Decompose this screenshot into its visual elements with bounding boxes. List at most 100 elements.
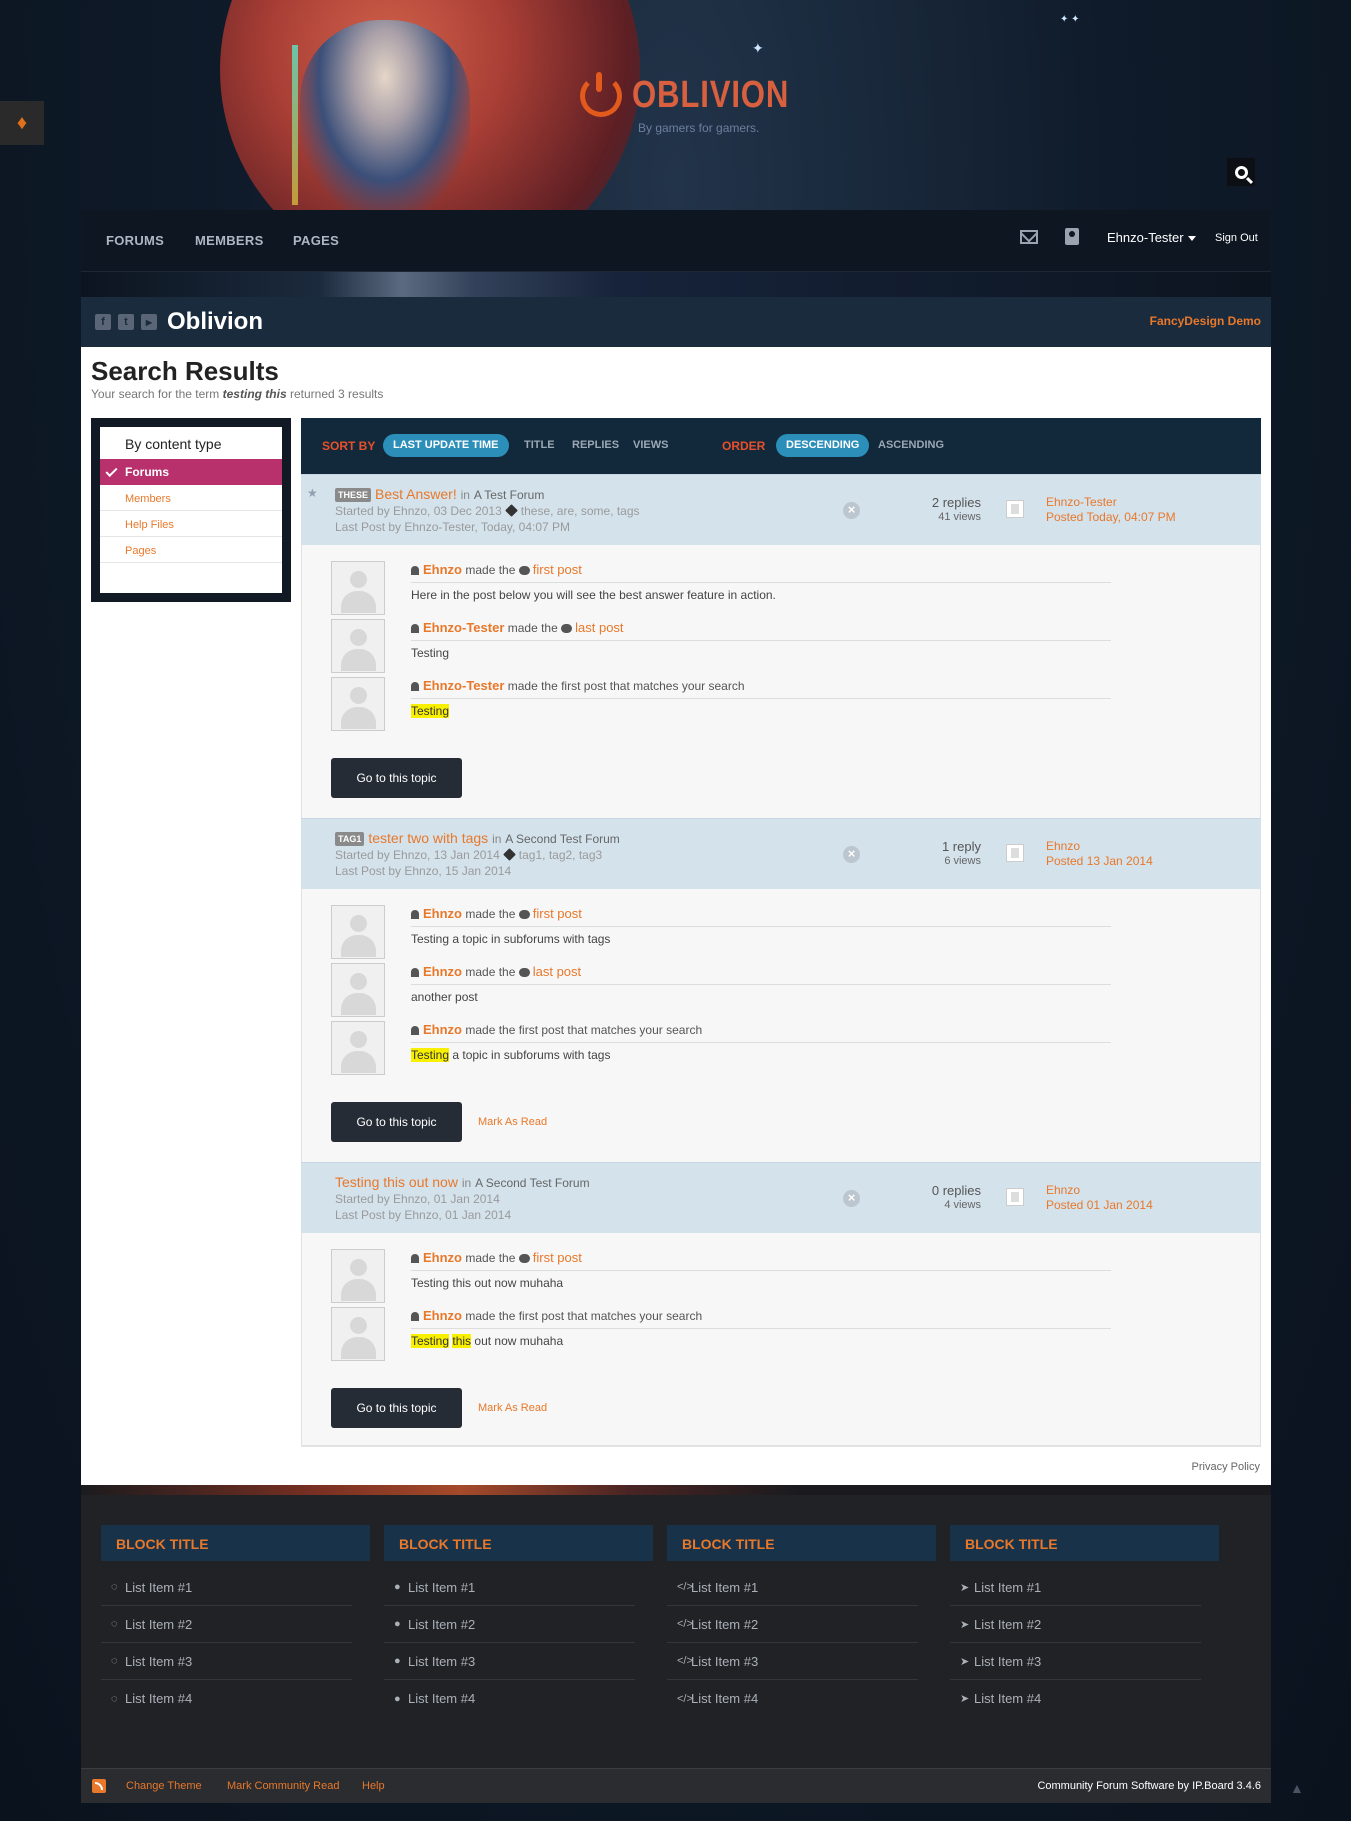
block-list-item[interactable]: ◌ List Item #2 (101, 1606, 352, 1643)
post-author[interactable]: Ehnzo (423, 1022, 462, 1037)
block-item-label: List Item #3 (974, 1653, 1042, 1669)
copyright-link[interactable]: Community Forum Software by IP.Board 3.4… (1037, 1780, 1261, 1792)
post-link[interactable]: last post (533, 964, 581, 979)
mark-community-read-link[interactable]: Mark Community Read (227, 1780, 339, 1792)
topic-title[interactable]: tester two with tags (368, 830, 488, 846)
post-link[interactable]: last post (575, 620, 623, 635)
go-to-topic-button[interactable]: Go to this topic (331, 1388, 462, 1428)
last-author-link[interactable]: Ehnzo (1046, 839, 1080, 853)
forum-link[interactable]: A Second Test Forum (505, 832, 620, 846)
inbox-icon[interactable] (1020, 230, 1038, 244)
topic-tag[interactable]: THESE (335, 488, 372, 502)
close-icon[interactable]: × (843, 502, 860, 519)
last-author-link[interactable]: Ehnzo (1046, 1183, 1080, 1197)
block-list-item[interactable]: ➤ List Item #1 (950, 1569, 1201, 1606)
block-list-item[interactable]: ◌ List Item #4 (101, 1680, 352, 1717)
post-author[interactable]: Ehnzo-Tester (423, 620, 504, 635)
post-author[interactable]: Ehnzo (423, 964, 462, 979)
forum-link[interactable]: A Test Forum (474, 488, 544, 502)
filter-help-files[interactable]: Help Files (100, 511, 282, 537)
order-ascending[interactable]: ASCENDING (878, 439, 944, 451)
avatar[interactable] (331, 1307, 385, 1361)
post-author[interactable]: Ehnzo (423, 562, 462, 577)
post-link[interactable]: first post (533, 562, 582, 577)
block-list-item[interactable]: ◌ List Item #3 (101, 1643, 352, 1680)
tag-list[interactable]: these, are, some, tags (521, 504, 640, 518)
search-button[interactable] (1227, 158, 1255, 186)
rss-icon[interactable] (92, 1779, 106, 1793)
reply-count: 1 reply 6 views (942, 839, 981, 867)
block-list-item[interactable]: ● List Item #1 (384, 1569, 635, 1606)
go-to-topic-button[interactable]: Go to this topic (331, 758, 462, 798)
fancydesign-link[interactable]: FancyDesign Demo (1150, 314, 1261, 328)
topic-tag[interactable]: TAG1 (335, 832, 365, 846)
site-logo[interactable]: OBLIVION (580, 71, 824, 117)
community-title[interactable]: Oblivion (167, 308, 263, 336)
post-author[interactable]: Ehnzo (423, 906, 462, 921)
avatar[interactable] (331, 619, 385, 673)
avatar[interactable] (331, 1021, 385, 1075)
block-list-item[interactable]: </> List Item #1 (667, 1569, 918, 1606)
sort-views[interactable]: VIEWS (633, 439, 668, 451)
block-list-item[interactable]: ● List Item #3 (384, 1643, 635, 1680)
sign-out-link[interactable]: Sign Out (1215, 232, 1258, 244)
privacy-policy-link[interactable]: Privacy Policy (1192, 1461, 1260, 1473)
sort-title[interactable]: TITLE (524, 439, 555, 451)
avatar[interactable] (331, 905, 385, 959)
change-theme-link[interactable]: Change Theme (126, 1780, 202, 1792)
block-list-item[interactable]: </> List Item #3 (667, 1643, 918, 1680)
close-icon[interactable]: × (843, 1190, 860, 1207)
close-icon[interactable]: × (843, 846, 860, 863)
avatar[interactable] (331, 1249, 385, 1303)
block-list-item[interactable]: ➤ List Item #4 (950, 1680, 1201, 1717)
avatar[interactable] (1006, 1188, 1024, 1206)
nav-members[interactable]: MEMBERS (195, 233, 264, 248)
last-post-date[interactable]: Posted 01 Jan 2014 (1046, 1198, 1153, 1212)
post-author[interactable]: Ehnzo (423, 1308, 462, 1323)
help-link[interactable]: Help (362, 1780, 385, 1792)
filter-forums[interactable]: Forums (100, 459, 282, 485)
tag-list[interactable]: tag1, tag2, tag3 (519, 848, 602, 862)
user-menu[interactable]: Ehnzo-Tester (1107, 230, 1196, 245)
block-list-item[interactable]: ◌ List Item #1 (101, 1569, 352, 1606)
topic-title[interactable]: Best Answer! (375, 486, 457, 502)
last-post-date[interactable]: Posted 13 Jan 2014 (1046, 854, 1153, 868)
last-post-date[interactable]: Posted Today, 04:07 PM (1046, 510, 1176, 524)
mark-as-read-link[interactable]: Mark As Read (478, 1402, 547, 1414)
forum-link[interactable]: A Second Test Forum (475, 1176, 590, 1190)
sort-last-update[interactable]: LAST UPDATE TIME (383, 434, 509, 457)
post-link[interactable]: first post (533, 906, 582, 921)
mark-as-read-link[interactable]: Mark As Read (478, 1116, 547, 1128)
filter-pages[interactable]: Pages (100, 537, 282, 563)
block-list-item[interactable]: ● List Item #4 (384, 1680, 635, 1717)
avatar[interactable] (1006, 500, 1024, 518)
block-list-item[interactable]: </> List Item #2 (667, 1606, 918, 1643)
back-to-top-icon[interactable]: ▲ (1290, 1780, 1304, 1796)
sort-replies[interactable]: REPLIES (572, 439, 619, 451)
block-list-item[interactable]: ● List Item #2 (384, 1606, 635, 1643)
go-to-topic-button[interactable]: Go to this topic (331, 1102, 462, 1142)
nav-pages[interactable]: PAGES (293, 233, 339, 248)
block-list-item[interactable]: ➤ List Item #3 (950, 1643, 1201, 1680)
block-list-item[interactable]: </> List Item #4 (667, 1680, 918, 1717)
last-author-link[interactable]: Ehnzo-Tester (1046, 495, 1117, 509)
star-icon[interactable]: ★ (307, 486, 318, 500)
avatar[interactable] (1006, 844, 1024, 862)
block-title: BLOCK TITLE (950, 1525, 1219, 1561)
post-author[interactable]: Ehnzo-Tester (423, 678, 504, 693)
order-descending[interactable]: DESCENDING (776, 434, 870, 457)
topic-title[interactable]: Testing this out now (335, 1174, 458, 1190)
flame-tab[interactable]: ♦ (0, 101, 44, 145)
avatar[interactable] (331, 963, 385, 1017)
youtube-icon[interactable]: ▶ (141, 314, 157, 330)
post-author[interactable]: Ehnzo (423, 1250, 462, 1265)
notifications-icon[interactable] (1065, 228, 1079, 245)
filter-members[interactable]: Members (100, 485, 282, 511)
facebook-icon[interactable]: f (95, 314, 111, 330)
twitter-icon[interactable]: t (118, 314, 134, 330)
avatar[interactable] (331, 561, 385, 615)
post-link[interactable]: first post (533, 1250, 582, 1265)
block-list-item[interactable]: ➤ List Item #2 (950, 1606, 1201, 1643)
avatar[interactable] (331, 677, 385, 731)
nav-forums[interactable]: FORUMS (106, 233, 164, 248)
